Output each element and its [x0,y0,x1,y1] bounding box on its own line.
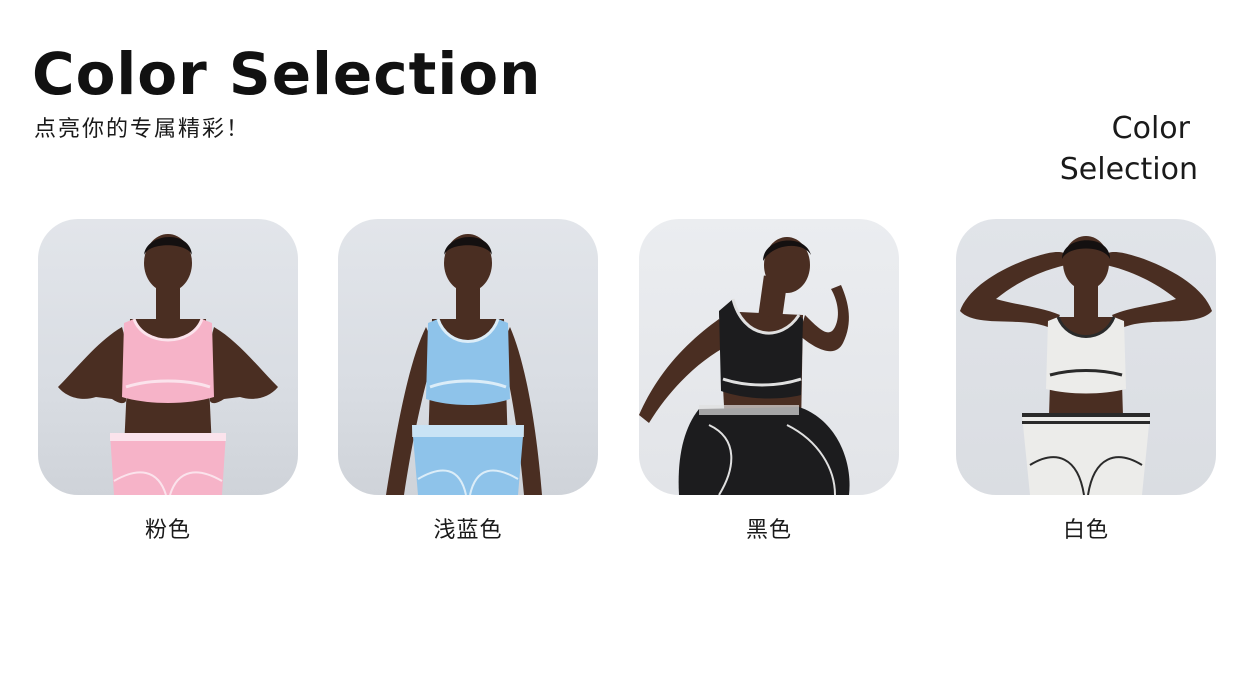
product-photo-black[interactable] [639,219,899,495]
model-white-image [960,236,1212,495]
product-card-black[interactable]: 黑色 [639,219,899,547]
model-light-blue-image [386,234,542,495]
side-caption-line1: Color [1111,111,1190,146]
product-card-white[interactable]: 白色 [956,219,1216,547]
model-pink-image [58,234,278,495]
model-black-image [639,237,850,495]
product-card-light-blue[interactable]: 浅蓝色 [338,219,598,547]
product-photo-pink[interactable] [38,219,298,495]
product-photo-white[interactable] [956,219,1216,495]
product-label-black: 黑色 [745,518,792,543]
product-photo-light-blue[interactable] [338,219,598,495]
product-card-pink[interactable]: 粉色 [38,219,298,547]
product-label-white: 白色 [1062,518,1109,543]
page-title: Color Selection [32,40,542,108]
page-subtitle: 点亮你的专属精彩！ [34,117,251,142]
product-label-light-blue: 浅蓝色 [433,518,503,543]
side-caption: Color Selection [998,108,1198,190]
side-caption-line2: Selection [1059,152,1198,187]
product-label-pink: 粉色 [144,518,191,543]
